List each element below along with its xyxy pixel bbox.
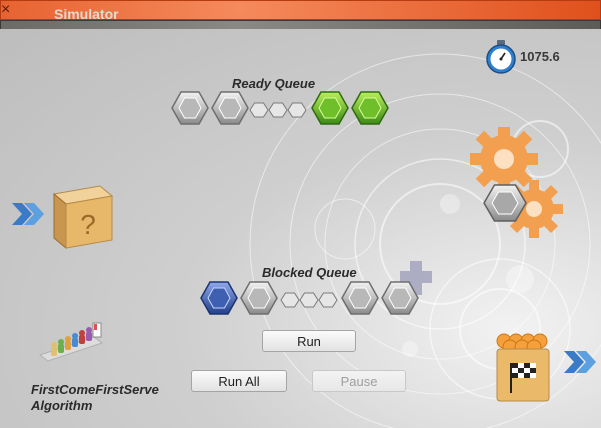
ready-small-slot [287,102,307,118]
blocked-slot [381,281,419,315]
cpu-gears-icon [470,127,563,238]
title-bar: × – Simulator [0,0,601,40]
finished-box-icon [496,333,550,402]
outgoing-arrow-icon [564,351,596,373]
ready-small-slot [268,102,288,118]
timer-value: 1075.6 [520,49,560,64]
incoming-arrow-icon [12,203,44,225]
blocked-process [200,281,238,315]
simulator-canvas: 1075.6 Ready Queue ? Blocked Queue Run R… [0,29,601,428]
algorithm-name: FirstComeFirstServe [31,382,159,397]
blocked-slot [240,281,278,315]
stopwatch-icon [486,40,516,74]
svg-text:?: ? [80,209,96,240]
ready-slot [211,91,249,125]
new-process-box-icon: ? [52,185,114,250]
people-queue-icon [38,322,104,362]
timer: 1075.6 [484,39,594,74]
pause-button[interactable]: Pause [312,370,406,392]
window-title: Simulator [54,6,119,22]
ready-slot [171,91,209,125]
ready-small-slot [249,102,269,118]
run-all-button[interactable]: Run All [191,370,287,392]
blocked-small-slot [280,292,300,308]
algorithm-suffix: Algorithm [31,398,93,413]
run-button[interactable]: Run [262,330,356,352]
blocked-small-slot [318,292,338,308]
ready-process [311,91,349,125]
algorithm-label: FirstComeFirstServe Algorithm [31,382,159,414]
ready-queue [171,91,389,125]
blocked-small-slot [299,292,319,308]
simulator-window: × – Simulator [0,0,601,428]
ready-process [351,91,389,125]
blocked-queue [200,281,419,315]
blocked-slot [341,281,379,315]
